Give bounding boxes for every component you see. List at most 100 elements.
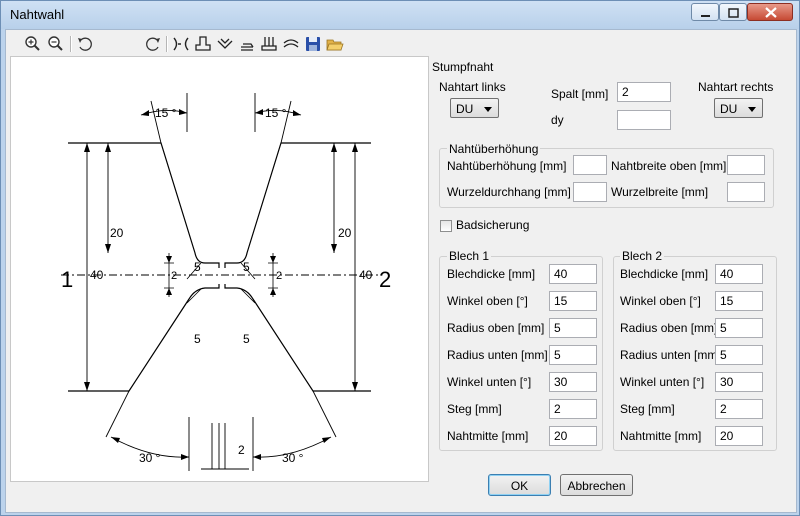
blech1-row-input[interactable] — [549, 372, 597, 392]
wurzelbreite-label: Wurzelbreite [mm] — [611, 185, 709, 199]
close-button[interactable] — [747, 3, 793, 21]
angle-top-left-label: 15 ° — [155, 106, 177, 120]
blech2-row-input[interactable] — [715, 372, 763, 392]
dialog-client: 15 ° 15 ° 30 ° 30 ° 20 20 40 40 2 2 5 5 … — [5, 29, 797, 513]
weld-k-icon[interactable] — [172, 35, 190, 53]
zoom-in-icon[interactable] — [24, 35, 42, 53]
blech2-row-label: Radius oben [mm] — [620, 321, 718, 335]
angle-bottom-right-label: 30 ° — [282, 451, 304, 465]
blech2-row-label: Blechdicke [mm] — [620, 267, 709, 281]
cancel-button[interactable]: Abbrechen — [560, 474, 633, 496]
minimize-icon — [701, 15, 710, 17]
weld-stud-icon[interactable] — [260, 35, 278, 53]
radius-top-left-label: 5 — [194, 260, 201, 274]
gap-right-label: 2 — [276, 270, 282, 282]
zoom-out-icon[interactable] — [47, 35, 65, 53]
sheet-2-label: 2 — [379, 267, 391, 292]
blech2-row-input[interactable] — [715, 399, 763, 419]
wurzeldurchhang-input[interactable] — [573, 182, 607, 202]
blech1-row-label: Winkel oben [°] — [447, 294, 528, 308]
angle-bottom-left-label: 30 ° — [139, 451, 161, 465]
gap-bottom-label: 2 — [238, 443, 245, 457]
radius-top-right-label: 5 — [243, 260, 250, 274]
blech2-row-input[interactable] — [715, 426, 763, 446]
blech1-row-input[interactable] — [549, 426, 597, 446]
plate-right-top-contour — [224, 142, 371, 268]
blech1-row-label: Radius oben [mm] — [447, 321, 545, 335]
minimize-button[interactable] — [691, 3, 719, 21]
toolbar — [11, 32, 431, 56]
weld-t-icon[interactable] — [194, 35, 212, 53]
blech1-row-input[interactable] — [549, 318, 597, 338]
blech1-row-label: Nahtmitte [mm] — [447, 429, 529, 443]
blech1-row-input[interactable] — [549, 264, 597, 284]
dialog-window: Nahtwahl 15 ° 15 ° 30 ° 30 ° 20 20 40 40… — [0, 0, 800, 516]
weld-preview-canvas: 15 ° 15 ° 30 ° 30 ° 20 20 40 40 2 2 5 5 … — [10, 56, 429, 482]
maximize-button[interactable] — [719, 3, 747, 21]
spalt-label: Spalt [mm] — [551, 87, 609, 101]
weld-fillet-icon[interactable] — [238, 35, 256, 53]
blech1-row-label: Winkel unten [°] — [447, 375, 532, 389]
radius-bottom-left-label: 5 — [194, 332, 201, 346]
toolbar-separator — [70, 36, 72, 52]
thickness-left-label: 40 — [90, 268, 104, 282]
section-title: Stumpfnaht — [432, 60, 494, 74]
blech2-row-input[interactable] — [715, 318, 763, 338]
blech1-row-label: Blechdicke [mm] — [447, 267, 536, 281]
height-left-label: 20 — [110, 226, 124, 240]
sheet-1-label: 1 — [61, 267, 73, 292]
save-icon[interactable] — [304, 35, 322, 53]
nahtbreite-oben-input[interactable] — [727, 155, 765, 175]
ueberhoehung-title: Nahtüberhöhung — [447, 142, 541, 156]
nahtbreite-oben-label: Nahtbreite oben [mm] — [611, 159, 727, 173]
rotate-left-icon[interactable] — [76, 35, 94, 53]
blech1-row-input[interactable] — [549, 399, 597, 419]
blech2-row-label: Steg [mm] — [620, 402, 675, 416]
title-bar[interactable]: Nahtwahl — [1, 1, 799, 29]
toolbar-separator — [166, 36, 168, 52]
gap-left-label: 2 — [171, 270, 177, 282]
blech2-row-label: Winkel unten [°] — [620, 375, 705, 389]
wurzeldurchhang-label: Wurzeldurchhang [mm] — [447, 185, 571, 199]
spalt-input[interactable] — [617, 82, 671, 102]
plate-left-top-contour — [68, 142, 220, 268]
badsicherung-label: Badsicherung — [456, 218, 530, 232]
chevron-down-icon — [484, 107, 492, 112]
blech1-title: Blech 1 — [447, 249, 492, 263]
blech2-row-label: Nahtmitte [mm] — [620, 429, 702, 443]
close-icon — [765, 7, 777, 18]
dy-label: dy — [551, 113, 564, 127]
rotate-right-icon[interactable] — [144, 35, 162, 53]
open-folder-icon[interactable] — [326, 35, 344, 53]
weld-v-icon[interactable] — [216, 35, 234, 53]
ueberhoehung-label: Nahtüberhöhung [mm] — [447, 159, 567, 173]
maximize-icon — [728, 8, 739, 18]
weld-drawing: 15 ° 15 ° 30 ° 30 ° 20 20 40 40 2 2 5 5 … — [61, 93, 391, 471]
badsicherung-checkbox[interactable] — [440, 220, 452, 232]
blech2-row-label: Radius unten [mm] — [620, 348, 721, 362]
blech1-row-label: Steg [mm] — [447, 402, 502, 416]
angle-top-right-label: 15 ° — [265, 106, 287, 120]
nahtart-rechts-select[interactable]: DU — [714, 98, 763, 118]
wurzelbreite-input[interactable] — [727, 182, 765, 202]
ueberhoehung-input[interactable] — [573, 155, 607, 175]
radius-bottom-right-label: 5 — [243, 332, 250, 346]
nahtart-rechts-label: Nahtart rechts — [698, 80, 774, 94]
weld-arc-icon[interactable] — [282, 35, 300, 53]
blech1-row-label: Radius unten [mm] — [447, 348, 548, 362]
ok-button[interactable]: OK — [488, 474, 551, 496]
blech2-row-input[interactable] — [715, 264, 763, 284]
blech1-row-input[interactable] — [549, 291, 597, 311]
window-title: Nahtwahl — [10, 7, 65, 22]
blech2-title: Blech 2 — [620, 249, 665, 263]
blech2-row-label: Winkel oben [°] — [620, 294, 701, 308]
blech2-row-input[interactable] — [715, 291, 763, 311]
chevron-down-icon — [748, 107, 756, 112]
nahtart-links-label: Nahtart links — [439, 80, 506, 94]
blech1-row-input[interactable] — [549, 345, 597, 365]
thickness-right-label: 40 — [359, 268, 373, 282]
dy-input[interactable] — [617, 110, 671, 130]
height-right-label: 20 — [338, 226, 352, 240]
blech2-row-input[interactable] — [715, 345, 763, 365]
nahtart-links-select[interactable]: DU — [450, 98, 499, 118]
